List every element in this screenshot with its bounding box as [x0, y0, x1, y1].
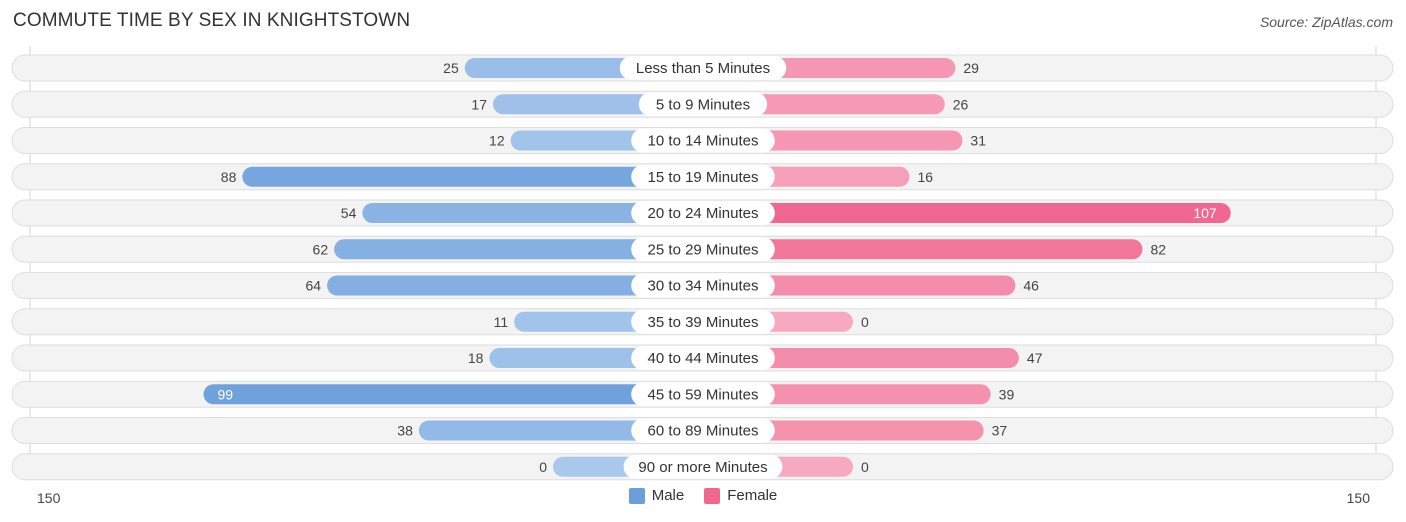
value-label-male: 54	[341, 205, 357, 221]
category-label: 20 to 24 Minutes	[648, 205, 759, 222]
value-label-female: 29	[963, 60, 979, 76]
value-label-male: 99	[218, 386, 234, 402]
category-label: 30 to 34 Minutes	[648, 278, 759, 295]
legend-label-male: Male	[651, 487, 685, 504]
legend-item-female[interactable]: Female	[704, 487, 777, 504]
value-label-female: 0	[861, 314, 869, 330]
category-label: 10 to 14 Minutes	[648, 133, 759, 150]
value-label-male: 38	[397, 423, 413, 439]
value-label-male: 62	[313, 241, 329, 257]
category-label: 25 to 29 Minutes	[648, 241, 759, 258]
legend-label-female: Female	[727, 487, 778, 504]
value-label-male: 88	[221, 169, 237, 185]
value-label-male: 17	[471, 96, 487, 112]
value-label-female: 39	[999, 386, 1015, 402]
value-label-female: 16	[917, 169, 933, 185]
value-label-male: 18	[468, 350, 484, 366]
value-label-female: 47	[1027, 350, 1043, 366]
bar-female[interactable]	[703, 203, 1231, 223]
bar-male[interactable]	[203, 384, 703, 405]
legend-item-male[interactable]: Male	[628, 487, 685, 504]
value-label-female: 46	[1023, 278, 1039, 294]
value-label-female: 26	[953, 96, 969, 112]
category-label: 5 to 9 Minutes	[656, 96, 750, 113]
value-label-female: 0	[861, 459, 869, 475]
value-label-female: 37	[992, 423, 1008, 439]
value-label-male: 0	[539, 459, 547, 475]
category-label: 60 to 89 Minutes	[648, 423, 759, 440]
legend: Male Female	[0, 487, 1406, 504]
value-label-male: 25	[443, 60, 459, 76]
value-label-male: 64	[306, 278, 322, 294]
value-label-female: 107	[1193, 205, 1217, 221]
legend-swatch-male	[628, 487, 645, 504]
value-label-male: 12	[489, 133, 505, 149]
legend-swatch-female	[704, 487, 721, 504]
value-label-female: 82	[1150, 241, 1166, 257]
value-label-female: 31	[970, 133, 986, 149]
category-label: 40 to 44 Minutes	[648, 350, 759, 367]
chart-canvas: 25 29 Less than 5 Minutes 17 26 5 to 9 Minute…	[11, 46, 1394, 506]
category-label: 45 to 59 Minutes	[648, 386, 759, 403]
category-label: 35 to 39 Minutes	[648, 314, 759, 331]
category-label: 90 or more Minutes	[638, 459, 767, 476]
category-label: Less than 5 Minutes	[636, 60, 770, 77]
value-label-male: 11	[494, 314, 509, 330]
category-label: 15 to 19 Minutes	[648, 169, 759, 186]
